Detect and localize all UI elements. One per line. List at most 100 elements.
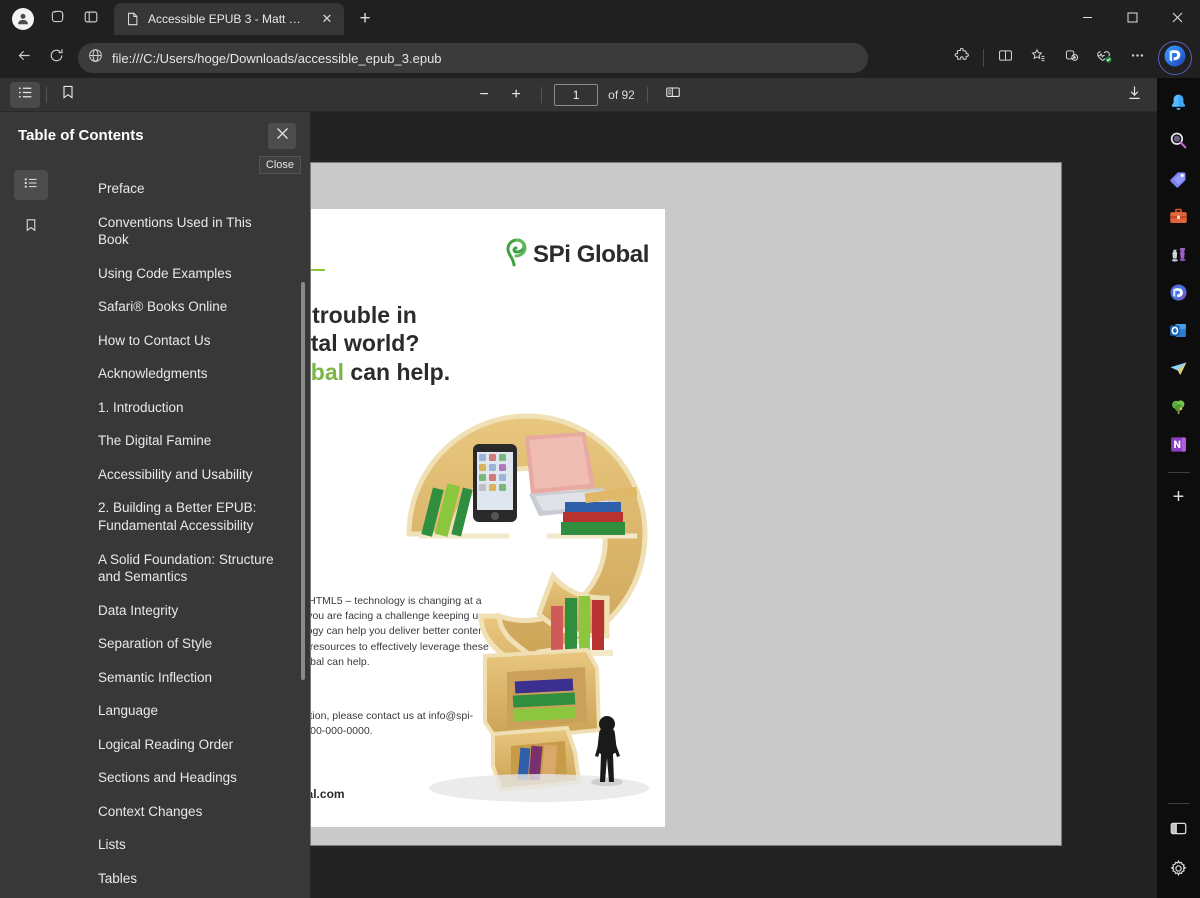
toc-item[interactable]: How to Contact Us: [62, 324, 310, 358]
page-number-input[interactable]: 1: [554, 83, 599, 106]
toc-side-rail: [0, 158, 62, 898]
outlook-icon[interactable]: [1163, 314, 1195, 346]
title-bar: Accessible EPUB 3 - Matt Garrish ✕ +: [0, 0, 1200, 38]
toc-item[interactable]: 2. Building a Better EPUB: Fundamental A…: [62, 491, 310, 542]
download-button[interactable]: [1119, 82, 1149, 108]
spi-leaf-icon: [504, 237, 530, 272]
refresh-icon: [48, 47, 65, 69]
zoom-in-button[interactable]: +: [503, 83, 529, 107]
document-icon: [124, 11, 140, 27]
headline-line-1: Having trouble in: [311, 302, 417, 328]
copilot-sidebar-icon[interactable]: [1163, 276, 1195, 308]
split-screen-button[interactable]: [989, 42, 1021, 74]
onenote-icon[interactable]: [1163, 428, 1195, 460]
toc-scrollbar[interactable]: [301, 166, 305, 894]
table-of-contents-panel: Table of Contents Close Preface Conventi…: [0, 112, 310, 898]
new-tab-button[interactable]: +: [350, 4, 380, 34]
browser-window: Accessible EPUB 3 - Matt Garrish ✕ +: [0, 0, 1200, 898]
toc-toggle-button[interactable]: [10, 81, 40, 108]
toc-item[interactable]: A Solid Foundation: Structure and Semant…: [62, 543, 310, 594]
refresh-button[interactable]: [40, 42, 72, 74]
copilot-icon: [1163, 44, 1187, 73]
window-controls: [1065, 0, 1200, 34]
toc-item[interactable]: Context Changes: [62, 795, 310, 829]
minimize-button[interactable]: [1065, 0, 1110, 34]
page-count-label: of 92: [608, 87, 635, 102]
toc-item[interactable]: Data Integrity: [62, 594, 310, 628]
tab-strip: Accessible EPUB 3 - Matt Garrish ✕ +: [114, 3, 380, 35]
toc-item[interactable]: Acknowledgments: [62, 357, 310, 391]
settings-and-more-button[interactable]: [1121, 42, 1153, 74]
toc-item-list[interactable]: Preface Conventions Used in This Book Us…: [62, 158, 310, 898]
favorites-icon: [1030, 47, 1047, 69]
lower-shelf-box: [483, 647, 602, 743]
collections-button[interactable]: [1055, 42, 1087, 74]
rail-toc-list-button[interactable]: [14, 170, 48, 200]
sidebar-toggle-icon[interactable]: [1163, 812, 1195, 844]
toc-item[interactable]: Language: [62, 694, 310, 728]
tab-title: Accessible EPUB 3 - Matt Garrish: [148, 12, 310, 26]
toc-item[interactable]: 1. Introduction: [62, 391, 310, 425]
book-page-inner: inLab INNOVATION LAB SPi Global: [311, 209, 665, 827]
toc-close-button[interactable]: [268, 123, 296, 149]
toc-list-icon: [23, 175, 39, 196]
collections-icon: [1063, 47, 1080, 69]
toc-item[interactable]: The Digital Famine: [62, 424, 310, 458]
headline-line-3: SPi Global can help.: [311, 358, 529, 386]
favorites-button[interactable]: [1022, 42, 1054, 74]
workspaces-button[interactable]: [40, 4, 74, 34]
copilot-button[interactable]: [1158, 41, 1192, 75]
search-icon[interactable]: [1163, 124, 1195, 156]
rail-bookmarks-button[interactable]: [14, 212, 48, 242]
tools-briefcase-icon[interactable]: [1163, 200, 1195, 232]
toc-item[interactable]: Separation of Style: [62, 627, 310, 661]
toc-scrollbar-thumb[interactable]: [301, 282, 305, 680]
browser-tab[interactable]: Accessible EPUB 3 - Matt Garrish ✕: [114, 3, 344, 35]
drop-icon[interactable]: [1163, 352, 1195, 384]
bookmark-button[interactable]: [53, 82, 83, 108]
toolbar-divider: [541, 86, 543, 103]
browser-essentials-button[interactable]: [1088, 42, 1120, 74]
tab-actions-icon: [83, 9, 99, 30]
toc-item[interactable]: Conventions Used in This Book: [62, 206, 310, 257]
page-canvas: inLab INNOVATION LAB SPi Global: [310, 162, 1062, 846]
tab-actions-button[interactable]: [74, 4, 108, 34]
toc-item[interactable]: Preface: [62, 172, 310, 206]
two-page-view-icon: [665, 84, 681, 105]
toc-item[interactable]: Semantic Inflection: [62, 661, 310, 695]
add-sidebar-app-button[interactable]: +: [1163, 481, 1195, 513]
games-icon[interactable]: [1163, 238, 1195, 270]
address-bar-url: file:///C:/Users/hoge/Downloads/accessib…: [112, 50, 442, 66]
sidebar-settings-icon[interactable]: [1163, 852, 1195, 884]
back-button[interactable]: [8, 42, 40, 74]
toc-item[interactable]: Safari® Books Online: [62, 290, 310, 324]
toc-item[interactable]: Tables: [62, 862, 310, 896]
toolbar-divider: [646, 86, 648, 103]
tree-icon[interactable]: [1163, 390, 1195, 422]
logo-rule: [311, 269, 325, 271]
notifications-icon[interactable]: [1163, 86, 1195, 118]
maximize-button[interactable]: [1110, 0, 1155, 34]
cover-headline: Having trouble in the digital world? SPi…: [311, 301, 529, 386]
sidebar-bottom-group: [1157, 803, 1200, 892]
address-bar[interactable]: file:///C:/Users/hoge/Downloads/accessib…: [78, 43, 868, 73]
navigation-bar: file:///C:/Users/hoge/Downloads/accessib…: [0, 38, 1200, 78]
toc-item[interactable]: Sections and Headings: [62, 761, 310, 795]
bookmarks-icon: [23, 217, 39, 238]
close-window-button[interactable]: [1155, 0, 1200, 34]
sidebar-divider: [1167, 472, 1190, 473]
toc-item[interactable]: Using Code Examples: [62, 257, 310, 291]
tab-close-button[interactable]: ✕: [318, 10, 336, 28]
toc-header: Table of Contents: [0, 112, 310, 158]
spi-global-logo: SPi Global: [504, 237, 649, 272]
bookmark-icon: [60, 84, 76, 105]
toc-item[interactable]: Accessibility and Usability: [62, 458, 310, 492]
workspaces-icon: [49, 8, 66, 30]
zoom-out-button[interactable]: −: [471, 83, 497, 107]
profile-button[interactable]: [6, 4, 40, 34]
toc-item[interactable]: Lists: [62, 828, 310, 862]
page-layout-button[interactable]: [660, 83, 686, 107]
toc-item[interactable]: Logical Reading Order: [62, 728, 310, 762]
extensions-button[interactable]: [946, 42, 978, 74]
shopping-icon[interactable]: [1163, 162, 1195, 194]
